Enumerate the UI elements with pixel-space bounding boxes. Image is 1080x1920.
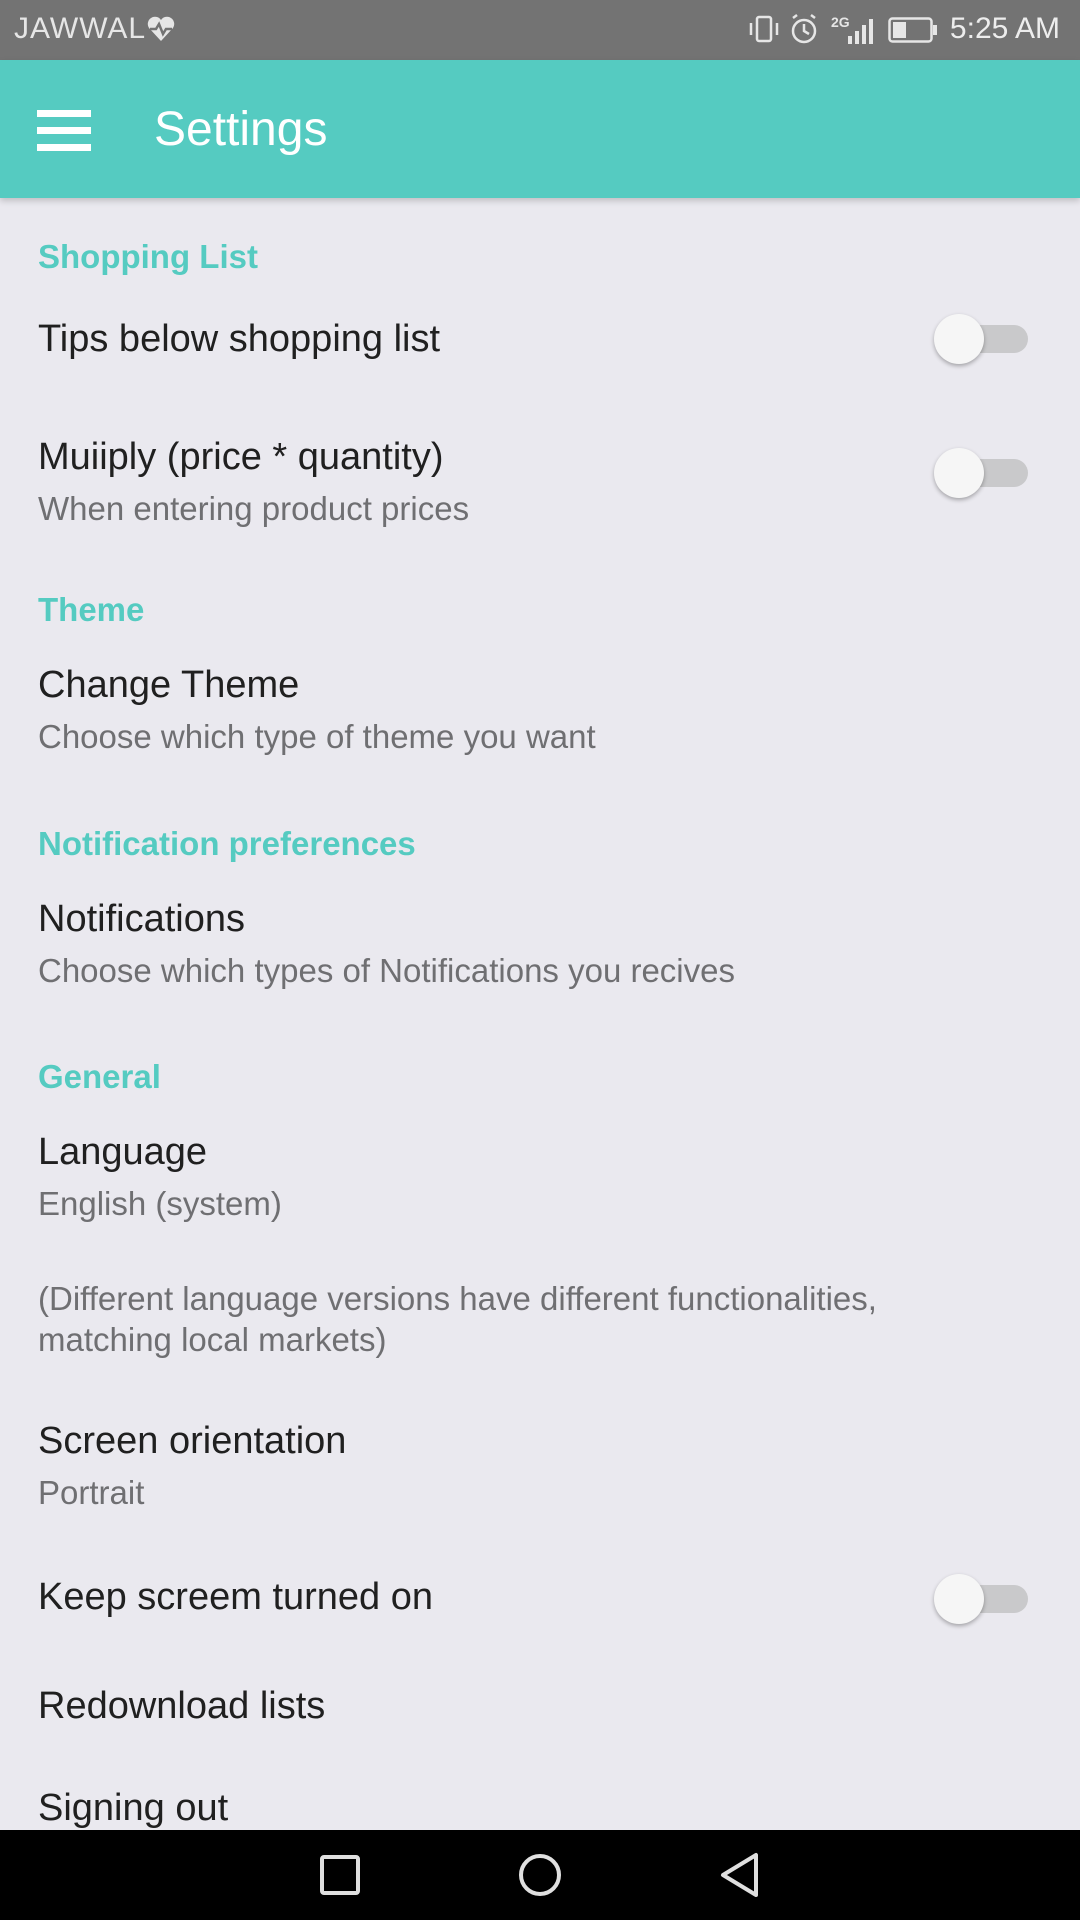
pref-summary: Choose which types of Notifications you …: [38, 952, 735, 989]
recent-apps-icon[interactable]: [313, 1848, 367, 1902]
pref-title: Language: [38, 1131, 208, 1173]
section-header-shopping-list: Shopping List: [38, 238, 258, 275]
pref-title: Signing out: [38, 1787, 229, 1829]
pref-change-theme[interactable]: Change Theme Choose which type of theme …: [0, 638, 1080, 768]
signal-icon: [846, 16, 876, 52]
alarm-icon: [791, 14, 817, 44]
pref-title: Notifications: [38, 898, 245, 940]
status-bar: JAWWAL 2G 5:25 AM: [0, 0, 1080, 60]
pref-signing-out[interactable]: Signing out: [0, 1750, 1080, 1830]
pref-summary: English (system): [38, 1185, 282, 1222]
pref-summary: When entering product prices: [38, 490, 470, 527]
keep-screen-toggle-switch[interactable]: [934, 1574, 1028, 1624]
settings-list[interactable]: Shopping List Tips below shopping list M…: [0, 198, 1080, 1830]
language-note: (Different language versions have differ…: [38, 1280, 877, 1358]
pref-language[interactable]: Language English (system): [0, 1105, 1080, 1235]
pref-summary: Portrait: [38, 1474, 145, 1511]
pref-summary: Choose which type of theme you want: [38, 718, 596, 755]
back-icon[interactable]: [713, 1848, 767, 1902]
section-header-general: General: [38, 1058, 161, 1095]
home-icon[interactable]: [513, 1848, 567, 1902]
tips-toggle-switch[interactable]: [934, 314, 1028, 364]
section-header-theme: Theme: [38, 591, 145, 628]
multiply-toggle-switch[interactable]: [934, 448, 1028, 498]
pref-keep-screen-on[interactable]: Keep screem turned on: [0, 1538, 1080, 1648]
hamburger-menu-icon[interactable]: [26, 92, 102, 168]
battery-icon: [888, 17, 938, 51]
section-header-notification-preferences: Notification preferences: [38, 825, 416, 862]
pref-title: Screen orientation: [38, 1420, 347, 1462]
pref-redownload-lists[interactable]: Redownload lists: [0, 1648, 1080, 1748]
pref-tips-below-list[interactable]: Tips below shopping list: [0, 280, 1080, 380]
pref-multiply[interactable]: Muiiply (price * quantity) When entering…: [0, 408, 1080, 538]
status-time: 5:25 AM: [949, 12, 1060, 45]
heart-pulse-icon: [146, 14, 176, 44]
carrier-name: JAWWAL: [14, 12, 147, 45]
pref-title: Redownload lists: [38, 1685, 326, 1727]
vibrate-icon: [749, 15, 779, 43]
pref-screen-orientation[interactable]: Screen orientation Portrait: [0, 1392, 1080, 1522]
pref-title: Tips below shopping list: [38, 318, 441, 360]
pref-title: Change Theme: [38, 664, 300, 706]
pref-title: Keep screem turned on: [38, 1576, 434, 1618]
navigation-bar: [0, 1830, 1080, 1920]
page-title: Settings: [154, 103, 328, 156]
pref-title: Muiiply (price * quantity): [38, 436, 444, 478]
pref-notifications[interactable]: Notifications Choose which types of Noti…: [0, 872, 1080, 1002]
app-bar: Settings: [0, 60, 1080, 198]
